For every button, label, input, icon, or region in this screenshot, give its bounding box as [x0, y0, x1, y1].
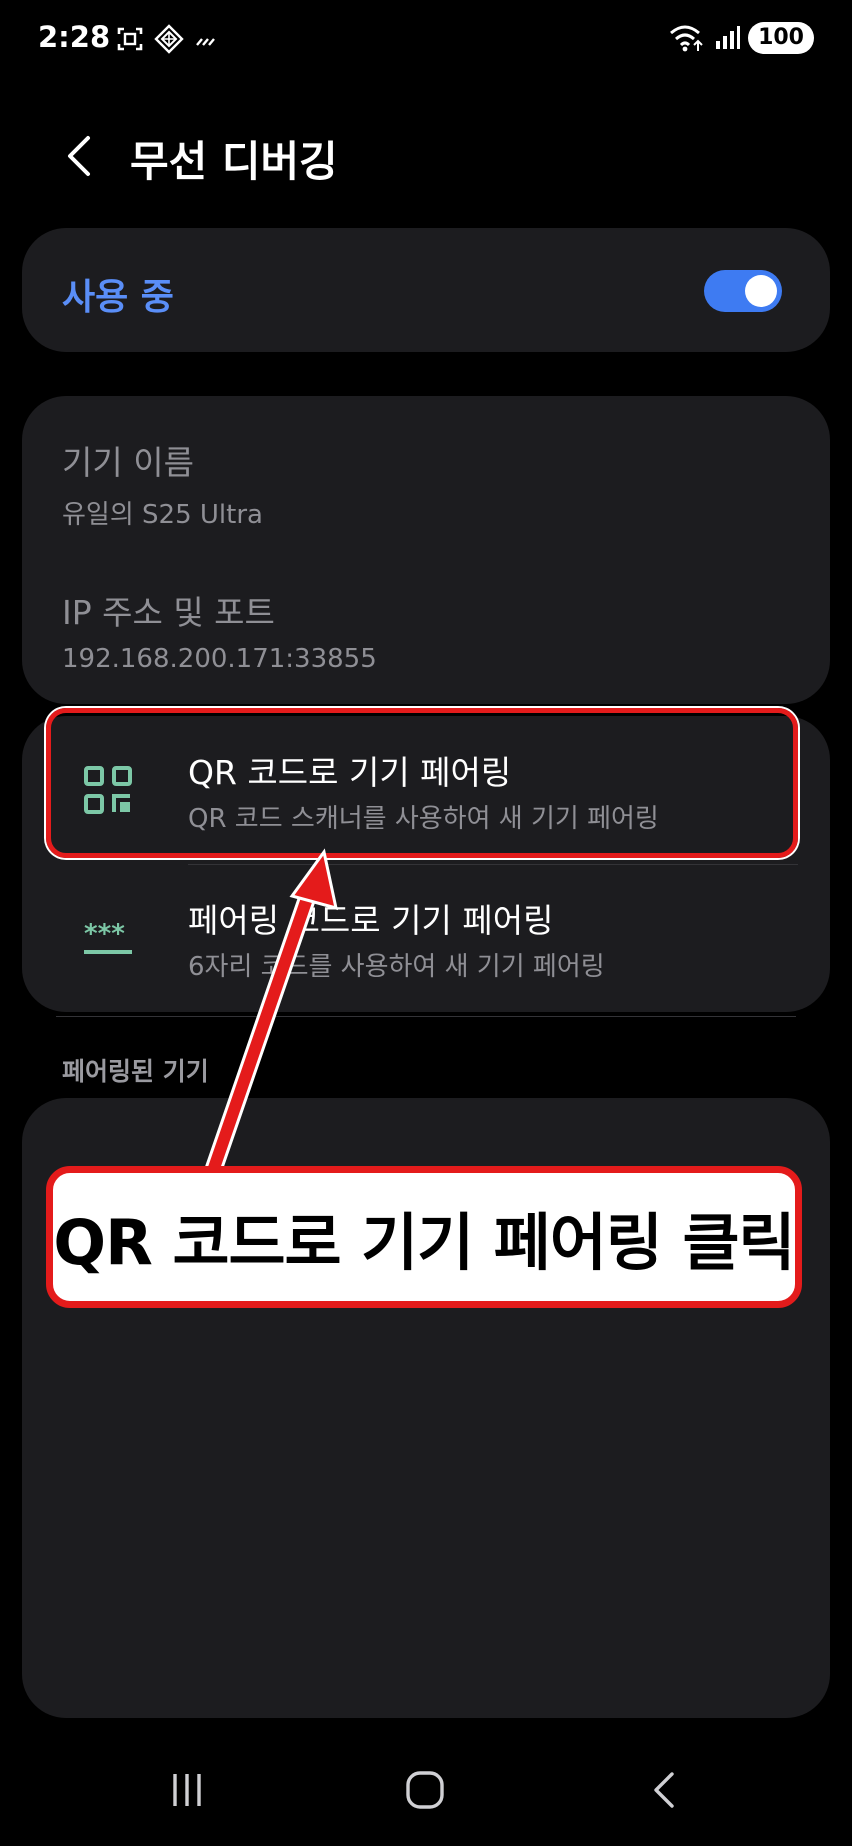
- navigation-bar: [0, 1740, 852, 1846]
- status-icons-right: 100: [668, 22, 814, 54]
- battery-indicator: 100: [748, 22, 814, 54]
- pair-with-code[interactable]: *** 페어링 코드로 기기 페어링 6자리 코드를 사용하여 새 기기 페어링: [22, 864, 830, 1012]
- back-icon: [654, 1772, 674, 1808]
- device-info-card: 기기 이름 유일의 S25 Ultra IP 주소 및 포트 192.168.2…: [22, 396, 830, 704]
- status-icons-left: [116, 24, 218, 54]
- ip-port-value: 192.168.200.171:33855: [62, 644, 377, 674]
- device-name-title: 기기 이름: [62, 443, 194, 482]
- recents-icon: [173, 1774, 201, 1806]
- section-divider: [56, 1016, 796, 1017]
- qr-code-icon: [84, 766, 132, 814]
- wireless-debugging-toggle-row[interactable]: 사용 중: [22, 228, 830, 352]
- code-pair-title: 페어링 코드로 기기 페어링: [188, 901, 554, 940]
- back-button[interactable]: [56, 130, 100, 182]
- device-name-value: 유일의 S25 Ultra: [62, 500, 263, 530]
- qr-pair-title: QR 코드로 기기 페어링: [188, 753, 512, 792]
- status-bar: 2:28 100: [0, 0, 852, 84]
- qr-pair-subtitle: QR 코드 스캐너를 사용하여 새 기기 페어링: [188, 804, 659, 834]
- status-time: 2:28: [38, 20, 111, 54]
- code-pair-subtitle: 6자리 코드를 사용하여 새 기기 페어링: [188, 952, 605, 982]
- svg-text:***: ***: [84, 919, 125, 949]
- pair-with-qr-code[interactable]: QR 코드로 기기 페어링 QR 코드 스캐너를 사용하여 새 기기 페어링: [22, 716, 830, 864]
- ip-port-item: IP 주소 및 포트 192.168.200.171:33855: [62, 586, 377, 674]
- pairing-options-card: QR 코드로 기기 페어링 QR 코드 스캐너를 사용하여 새 기기 페어링 *…: [22, 716, 830, 1012]
- home-button[interactable]: [390, 1760, 460, 1820]
- system-back-button[interactable]: [628, 1760, 698, 1820]
- callout-text: QR 코드로 기기 페어링 클릭: [53, 1206, 795, 1279]
- device-name-item: 기기 이름 유일의 S25 Ultra: [62, 436, 263, 531]
- wireless-debugging-switch[interactable]: [704, 270, 782, 312]
- screenshot-icon: [117, 27, 143, 51]
- annotation-callout: QR 코드로 기기 페어링 클릭: [46, 1166, 802, 1308]
- recents-button[interactable]: [152, 1760, 222, 1820]
- header: 무선 디버깅: [0, 110, 852, 200]
- signal-icon: [716, 26, 741, 49]
- home-icon: [406, 1771, 444, 1809]
- ip-port-title: IP 주소 및 포트: [62, 593, 275, 632]
- switch-knob: [745, 275, 777, 307]
- asterisk-code-icon: ***: [84, 919, 132, 954]
- wifi-icon: [670, 25, 703, 52]
- vpn-diamond-icon: [154, 24, 184, 54]
- paired-devices-label: 페어링된 기기: [62, 1057, 209, 1086]
- chevron-left-icon: [68, 136, 90, 176]
- data-wave-icon: [196, 38, 215, 46]
- toggle-label: 사용 중: [62, 277, 174, 318]
- page-title: 무선 디버깅: [130, 137, 338, 186]
